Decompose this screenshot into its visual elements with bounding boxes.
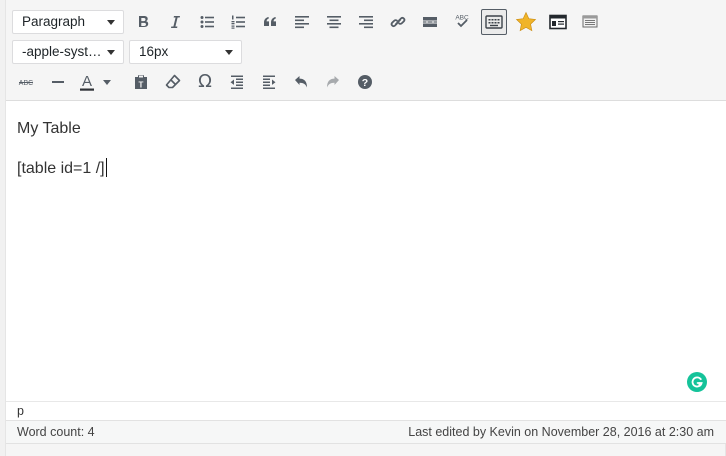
read-more-icon bbox=[423, 17, 437, 27]
last-edited: Last edited by Kevin on November 28, 201… bbox=[408, 425, 714, 439]
link-button[interactable] bbox=[385, 9, 411, 35]
tab-strip bbox=[614, 0, 726, 4]
outdent-icon bbox=[230, 75, 243, 89]
help-label: ? bbox=[362, 77, 368, 89]
element-path-bar: p bbox=[6, 401, 726, 421]
clear-formatting-icon bbox=[165, 74, 181, 89]
numbered-list-icon bbox=[231, 15, 245, 29]
format-select-value: Paragraph bbox=[22, 14, 86, 29]
align-right-icon bbox=[359, 16, 373, 29]
chevron-down-icon bbox=[107, 50, 115, 55]
link-icon bbox=[390, 17, 406, 27]
align-center-button[interactable] bbox=[321, 9, 347, 35]
grammarly-icon bbox=[691, 376, 703, 388]
chevron-down-icon bbox=[107, 20, 115, 25]
text-color-dropdown-button[interactable] bbox=[100, 69, 114, 95]
content-line-shortcode: [table id=1 /] bbox=[17, 158, 107, 178]
font-size-select-value: 16px bbox=[139, 44, 169, 59]
text-color-icon: A bbox=[80, 73, 94, 91]
text-color-label: A bbox=[82, 73, 92, 90]
bulleted-list-button[interactable] bbox=[194, 9, 220, 35]
horizontal-line-button[interactable] bbox=[45, 69, 71, 95]
editor-content[interactable]: My Table [table id=1 /] bbox=[6, 101, 726, 401]
special-character-icon: Ω bbox=[198, 71, 212, 92]
text-cursor bbox=[105, 158, 107, 177]
chevron-down-icon bbox=[103, 79, 111, 85]
undo-button[interactable] bbox=[288, 69, 314, 95]
redo-icon bbox=[327, 76, 339, 88]
bulleted-list-icon bbox=[200, 16, 214, 28]
table-list-button[interactable] bbox=[577, 9, 603, 35]
spellcheck-icon: ABC bbox=[455, 15, 469, 28]
shortcode-text: [table id=1 /] bbox=[17, 160, 105, 177]
indent-icon bbox=[263, 75, 276, 89]
word-count: Word count: 4 bbox=[17, 425, 95, 439]
paste-as-text-button[interactable]: T bbox=[128, 69, 154, 95]
bold-button[interactable] bbox=[130, 9, 156, 35]
font-family-select[interactable]: -apple-syst… bbox=[12, 40, 124, 64]
align-center-icon bbox=[327, 16, 341, 29]
format-select[interactable]: Paragraph bbox=[12, 10, 124, 34]
numbered-list-button[interactable] bbox=[225, 9, 251, 35]
svg-text:T: T bbox=[139, 81, 144, 90]
star-button[interactable] bbox=[513, 9, 539, 35]
table-button[interactable] bbox=[545, 9, 571, 35]
outdent-button[interactable] bbox=[224, 69, 250, 95]
read-more-button[interactable] bbox=[417, 9, 443, 35]
content-line-title: My Table bbox=[17, 120, 81, 137]
help-button[interactable]: ? bbox=[352, 69, 378, 95]
element-path-p[interactable]: p bbox=[17, 404, 24, 418]
table-list-icon bbox=[582, 15, 598, 28]
paste-as-text-icon: T bbox=[135, 75, 147, 90]
star-icon bbox=[515, 11, 537, 32]
redo-button[interactable] bbox=[320, 69, 346, 95]
align-left-icon bbox=[295, 16, 309, 29]
horizontal-line-icon bbox=[52, 81, 64, 83]
undo-icon bbox=[295, 76, 307, 88]
bold-icon bbox=[139, 16, 149, 27]
text-color-button[interactable]: A bbox=[76, 69, 98, 95]
spellcheck-button[interactable]: ABC bbox=[449, 9, 475, 35]
font-size-select[interactable]: 16px bbox=[129, 40, 242, 64]
italic-icon bbox=[171, 16, 180, 28]
chevron-down-icon bbox=[225, 50, 233, 55]
clear-formatting-button[interactable] bbox=[160, 69, 186, 95]
special-character-button[interactable]: Ω bbox=[192, 69, 218, 95]
indent-button[interactable] bbox=[256, 69, 282, 95]
grammarly-button[interactable] bbox=[687, 372, 707, 392]
align-right-button[interactable] bbox=[353, 9, 379, 35]
status-bar: Word count: 4 Last edited by Kevin on No… bbox=[6, 421, 726, 444]
strikethrough-button[interactable]: ABC bbox=[13, 69, 39, 95]
strikethrough-icon: ABC bbox=[19, 80, 33, 87]
help-icon: ? bbox=[358, 75, 372, 89]
italic-button[interactable] bbox=[162, 9, 188, 35]
align-left-button[interactable] bbox=[289, 9, 315, 35]
toolbar-toggle-icon bbox=[485, 15, 503, 29]
strikethrough-label: ABC bbox=[19, 80, 33, 87]
font-family-select-value: -apple-syst… bbox=[22, 44, 102, 59]
table-icon bbox=[549, 14, 567, 30]
blockquote-button[interactable] bbox=[257, 9, 283, 35]
editor-toolbar: Paragraph ABC -apple-syst… 16px ABC A T … bbox=[6, 0, 726, 101]
toolbar-toggle-button[interactable] bbox=[481, 9, 507, 35]
editor-container: Paragraph ABC -apple-syst… 16px ABC A T … bbox=[5, 0, 726, 456]
blockquote-icon bbox=[264, 17, 276, 26]
